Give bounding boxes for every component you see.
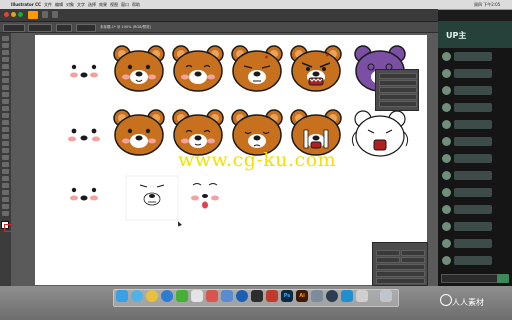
chat-header-text: UP主	[446, 31, 467, 40]
chat-message	[440, 254, 510, 268]
avatar	[442, 239, 451, 248]
bear-wailing-outline	[351, 110, 409, 157]
avatar	[442, 120, 451, 129]
bear-face-parts-2	[68, 128, 100, 142]
chat-message	[440, 118, 510, 132]
transform-panel	[372, 242, 428, 286]
wechat-icon[interactable]	[176, 290, 188, 302]
message-bubble	[454, 52, 492, 61]
bear-face-parts-3	[70, 187, 98, 201]
avatar	[442, 205, 451, 214]
bear-annoyed	[231, 45, 283, 92]
avatar	[442, 137, 451, 146]
avatar	[442, 86, 451, 95]
chat-message	[440, 67, 510, 81]
properties-row[interactable]	[379, 80, 417, 86]
chat-message	[440, 220, 510, 234]
shear-field[interactable]	[376, 271, 425, 277]
avatar	[442, 154, 451, 163]
properties-row[interactable]	[379, 73, 417, 79]
k-icon[interactable]	[251, 290, 263, 302]
message-bubble	[454, 154, 492, 163]
message-bubble	[454, 103, 492, 112]
photos-icon[interactable]	[191, 290, 203, 302]
message-bubble	[454, 205, 492, 214]
chat-message	[440, 203, 510, 217]
message-bubble	[454, 239, 492, 248]
preview-icon[interactable]	[356, 290, 368, 302]
bear-happy	[113, 45, 165, 92]
message-bubble	[454, 69, 492, 78]
photoshop-label: Ps	[283, 293, 291, 299]
chat-message	[440, 237, 510, 251]
illustrator-icon[interactable]: Ai	[296, 290, 308, 302]
chat-message	[440, 135, 510, 149]
chat-message	[440, 101, 510, 115]
finder-icon[interactable]	[116, 290, 128, 302]
avatar	[442, 103, 451, 112]
qq-icon[interactable]	[161, 290, 173, 302]
message-bubble	[454, 137, 492, 146]
send-button[interactable]	[497, 274, 509, 283]
message-bubble	[454, 222, 492, 231]
avatar	[442, 256, 451, 265]
mail-icon[interactable]	[206, 290, 218, 302]
message-bubble	[454, 188, 492, 197]
bear-face-parts-1	[70, 64, 98, 78]
safari-icon[interactable]	[131, 290, 143, 302]
system-icon[interactable]	[311, 290, 323, 302]
chat-message	[440, 50, 510, 64]
avatar	[442, 52, 451, 61]
message-bubble	[454, 120, 492, 129]
bear-angry	[290, 45, 342, 92]
x-field[interactable]	[376, 250, 400, 256]
avatar	[442, 222, 451, 231]
keynote-icon[interactable]	[221, 290, 233, 302]
brand-watermark: 人人素材	[452, 298, 484, 307]
message-bubble	[454, 171, 492, 180]
options-row[interactable]	[376, 278, 425, 284]
photoshop-icon[interactable]: Ps	[281, 290, 293, 302]
width-field[interactable]	[401, 250, 425, 256]
properties-row[interactable]	[379, 101, 417, 107]
properties-panel	[375, 69, 419, 111]
chat-input[interactable]	[441, 274, 498, 283]
y-field[interactable]	[376, 257, 400, 263]
browser-icon[interactable]	[236, 290, 248, 302]
airdrop-icon[interactable]	[341, 290, 353, 302]
chat-message	[440, 84, 510, 98]
bear-smile	[172, 45, 224, 92]
avatar	[442, 188, 451, 197]
watermark-text: www.cg-ku.com	[178, 149, 337, 171]
avatar	[442, 69, 451, 78]
launchpad-icon[interactable]	[266, 290, 278, 302]
chat-message	[440, 152, 510, 166]
properties-row[interactable]	[379, 87, 417, 93]
trash-icon[interactable]	[380, 290, 392, 302]
rotate-field[interactable]	[376, 264, 425, 270]
chat-header: UP主	[438, 21, 512, 48]
height-field[interactable]	[401, 257, 425, 263]
properties-row[interactable]	[379, 94, 417, 100]
bear-neutral	[113, 109, 165, 156]
chrome-icon[interactable]	[146, 290, 158, 302]
chat-message	[440, 169, 510, 183]
message-bubble	[454, 256, 492, 265]
message-bubble	[454, 86, 492, 95]
bear-sketch-2	[191, 183, 219, 209]
avatar	[442, 171, 451, 180]
chat-message	[440, 186, 510, 200]
brand-logo-icon	[440, 294, 452, 306]
quicktime-icon[interactable]	[326, 290, 338, 302]
illustrator-label: Ai	[299, 293, 305, 299]
